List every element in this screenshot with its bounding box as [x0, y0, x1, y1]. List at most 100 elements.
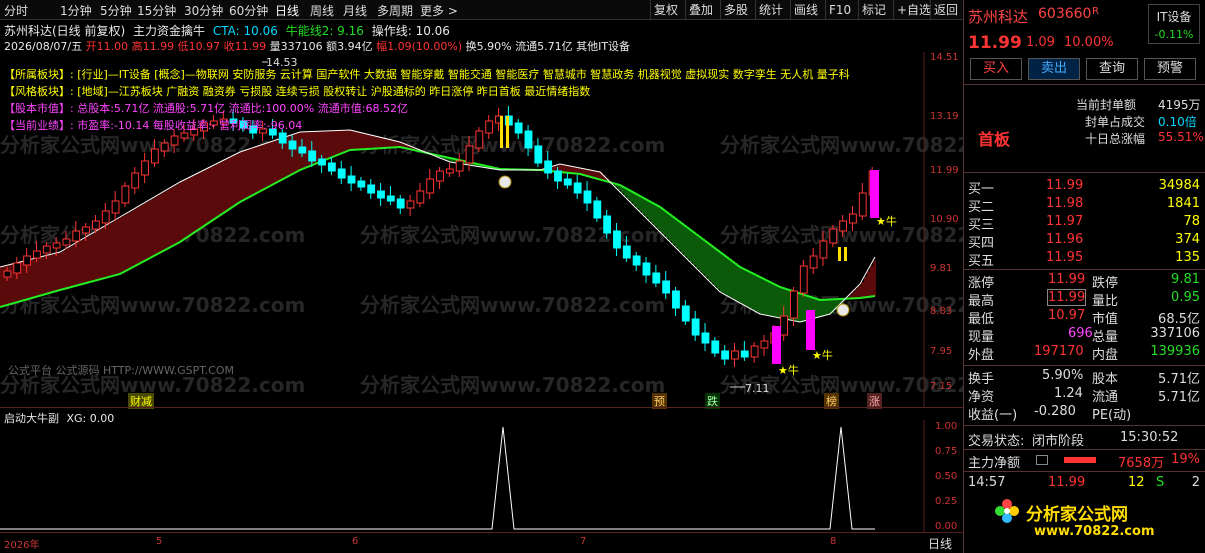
tab-fenshi[interactable]: 分时 [4, 2, 28, 19]
watermark-text: 分析家公式网www.70822.com [360, 373, 665, 397]
candle [681, 305, 690, 322]
candle [52, 242, 61, 249]
money-bag-icon [498, 175, 512, 189]
stat-row: 收益(一) -0.280 PE(动) [968, 404, 1132, 423]
tab-weekly[interactable]: 周线 [310, 2, 334, 19]
tick-row: 14:57 11.99 12 S 2 [968, 475, 1200, 490]
net-flow-value: 7658万 [1118, 456, 1165, 471]
candle [367, 184, 376, 194]
candle [150, 148, 159, 164]
candle [563, 178, 572, 186]
candle [524, 130, 533, 149]
candle [386, 195, 395, 202]
caozuo-value: 操作线: 10.06 [371, 24, 450, 38]
candle [662, 280, 671, 294]
yellow-signal-bar [838, 247, 841, 261]
source-text: 公式平台 公式源码 HTTP://WWW.GSPT.COM [8, 364, 235, 377]
candle [42, 245, 51, 254]
stat-row: 最高 11.99 量比 0.95 [968, 289, 1200, 309]
stat-row: 换手 5.90% 股本 5.71亿 [968, 368, 1200, 387]
candle [711, 340, 720, 354]
niu-label-3: ★牛 [812, 349, 833, 362]
candle [721, 350, 730, 360]
tab-60min[interactable]: 60分钟 [229, 2, 268, 19]
candle [82, 226, 90, 234]
sub-tick: 1.00 [935, 421, 958, 432]
tab-monthly[interactable]: 月线 [343, 2, 367, 19]
candle [62, 238, 71, 246]
stats-button[interactable]: 统计 [755, 0, 786, 20]
niuneng-value: 牛能线2: 9.16 [285, 24, 364, 38]
candle [131, 172, 140, 189]
query-button[interactable]: 查询 [1086, 58, 1138, 80]
stat-row: 净资 1.24 流通 5.71亿 [968, 386, 1200, 405]
multi-stock-button[interactable]: 多股 [720, 0, 751, 20]
tab-more[interactable]: 更多 > [420, 2, 458, 19]
yellow-signal-bar [844, 247, 847, 261]
candle [760, 340, 769, 349]
candle [357, 180, 366, 188]
cta-value: CTA: 10.06 [212, 24, 278, 38]
logo-text: 分析家公式网 [1026, 505, 1128, 525]
candle [91, 220, 100, 230]
add-watchlist-button[interactable]: +自选 [893, 0, 934, 20]
candle [445, 168, 454, 174]
candle [790, 290, 798, 319]
net-flow-label: 主力净额 [968, 456, 1021, 471]
candle [839, 220, 848, 232]
candle [652, 272, 661, 284]
bid-row: 买五 11.95 135 [968, 250, 1200, 269]
price-tick: 10.90 [930, 214, 959, 225]
candle [819, 240, 828, 259]
tab-5min[interactable]: 5分钟 [100, 2, 132, 19]
menu-icon[interactable] [1036, 455, 1048, 465]
candle [101, 210, 110, 224]
candle [406, 200, 415, 209]
stock-flag: R [1092, 6, 1099, 17]
tab-1min[interactable]: 1分钟 [60, 2, 92, 19]
sell-button[interactable]: 卖出 [1028, 58, 1080, 80]
candle [298, 146, 307, 154]
tab-multi[interactable]: 多周期 [377, 2, 413, 19]
candle [799, 265, 808, 294]
date-tick: 5 [156, 536, 163, 547]
candle [465, 145, 474, 164]
sub-tick: 0.75 [935, 446, 958, 457]
indicator-name[interactable]: 主力资金擒牛 [133, 24, 205, 38]
tab-15min[interactable]: 15分钟 [137, 2, 176, 19]
style-text: [地域]—江苏板块 广融资 融资券 亏损股 连续亏损 股权转让 沪股通标的 昨日… [77, 85, 591, 98]
price-tick: 11.99 [930, 165, 959, 176]
candle [544, 160, 553, 174]
perf-label: 【当前业绩】: [4, 119, 74, 132]
seal-ratio: 0.10倍 [1158, 115, 1197, 129]
mark-button[interactable]: 标记 [858, 0, 889, 20]
perf-text: 市盈率:-10.14 每股收益率:- 营利润率:-96.04 [77, 119, 303, 132]
candle [377, 190, 385, 199]
candle [731, 350, 739, 360]
candle [3, 270, 12, 278]
style-line: 【风格板块】: [地域]—江苏板块 广融资 融资券 亏损股 连续亏损 股权转让 … [4, 83, 590, 99]
price-tick: 9.81 [930, 263, 953, 274]
watermark-text: 分析家公式网www.70822.com [720, 133, 963, 157]
tab-daily[interactable]: 日线 [275, 2, 299, 19]
overlay-button[interactable]: 叠加 [685, 0, 716, 20]
trade-state: 闭市阶段 [1032, 434, 1085, 449]
alert-button[interactable]: 预警 [1144, 58, 1196, 80]
trade-time: 15:30:52 [1120, 430, 1179, 445]
draw-button[interactable]: 画线 [790, 0, 821, 20]
buy-button[interactable]: 买入 [970, 58, 1022, 80]
candle [278, 132, 287, 144]
niu-label-1: ★牛 [876, 215, 897, 228]
sector-name: IT设备 [1156, 10, 1192, 24]
xg-signal-line [0, 426, 875, 530]
f10-button[interactable]: F10 [825, 0, 854, 20]
candle [318, 158, 326, 166]
period-label[interactable]: 日线 [928, 535, 952, 552]
stat-row: 涨停 11.99 跌停 9.81 [968, 272, 1200, 291]
fuquan-button[interactable]: 复权 [650, 0, 681, 20]
tab-30min[interactable]: 30分钟 [184, 2, 223, 19]
candle [32, 250, 41, 259]
sub-chart[interactable] [0, 420, 963, 532]
back-button[interactable]: 返回 [930, 0, 961, 20]
price-tick: 14.51 [930, 52, 959, 63]
